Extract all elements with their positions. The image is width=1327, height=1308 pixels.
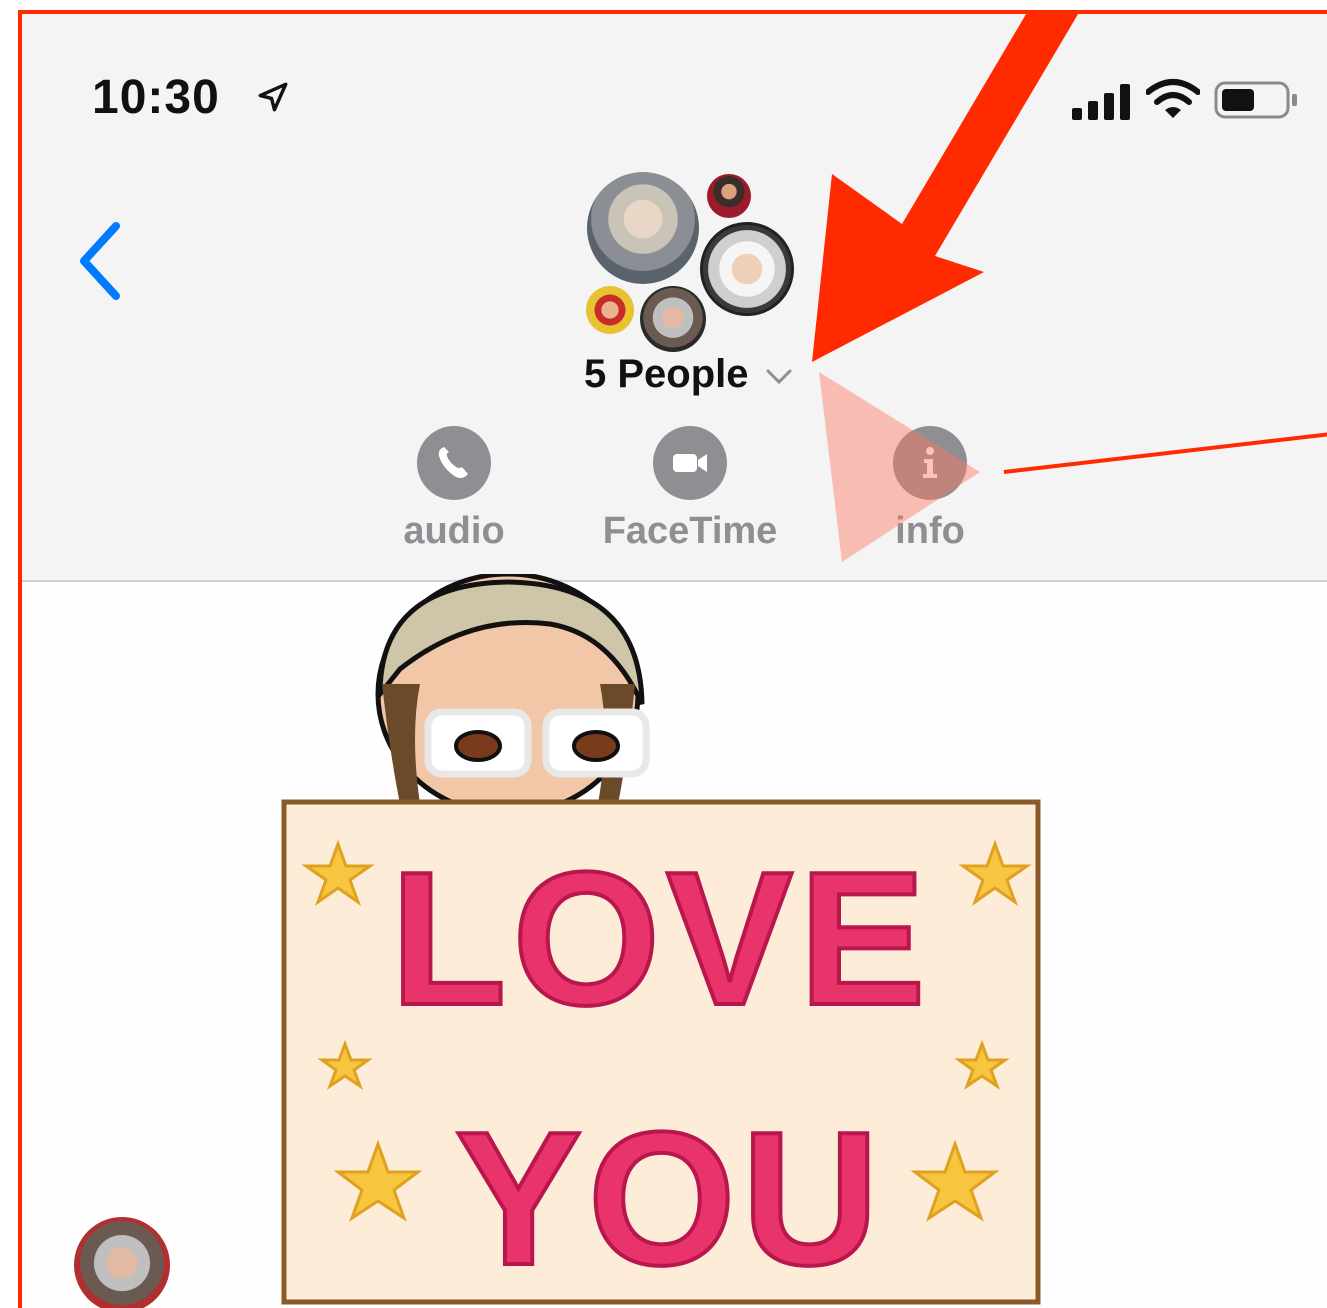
facetime-button[interactable]: FaceTime bbox=[590, 426, 790, 556]
conversation-header: 10:30 5 People audio FaceTime info bbox=[22, 14, 1327, 582]
info-label: info bbox=[895, 510, 965, 552]
audio-button[interactable]: audio bbox=[392, 426, 516, 556]
back-button[interactable] bbox=[72, 216, 132, 306]
sticker-text: LOVE bbox=[390, 833, 931, 1045]
group-avatar-3[interactable] bbox=[700, 222, 794, 316]
chevron-down-icon[interactable] bbox=[764, 366, 794, 388]
info-button[interactable]: info bbox=[872, 426, 988, 556]
phone-icon bbox=[417, 426, 491, 500]
battery-icon bbox=[1214, 81, 1297, 119]
cellular-signal-icon bbox=[1072, 84, 1130, 120]
audio-label: audio bbox=[403, 510, 505, 552]
svg-text:YOU: YOU bbox=[455, 1093, 885, 1305]
group-avatar-2[interactable] bbox=[707, 174, 751, 218]
video-camera-icon bbox=[653, 426, 727, 500]
facetime-label: FaceTime bbox=[602, 510, 778, 552]
location-arrow-icon bbox=[258, 82, 288, 112]
group-avatar-4[interactable] bbox=[586, 286, 634, 334]
love-you-sticker[interactable]: LOVE YOU bbox=[250, 574, 1050, 1308]
status-time: 10:30 bbox=[92, 71, 220, 124]
wifi-icon bbox=[1146, 79, 1200, 118]
info-icon bbox=[893, 426, 967, 500]
group-name[interactable]: 5 People bbox=[584, 352, 749, 397]
group-avatar-1[interactable] bbox=[587, 172, 699, 284]
screenshot-frame: 10:30 5 People audio FaceTime info LOVE … bbox=[18, 10, 1327, 1308]
group-avatar-5[interactable] bbox=[640, 286, 706, 352]
sender-avatar[interactable] bbox=[74, 1217, 170, 1308]
